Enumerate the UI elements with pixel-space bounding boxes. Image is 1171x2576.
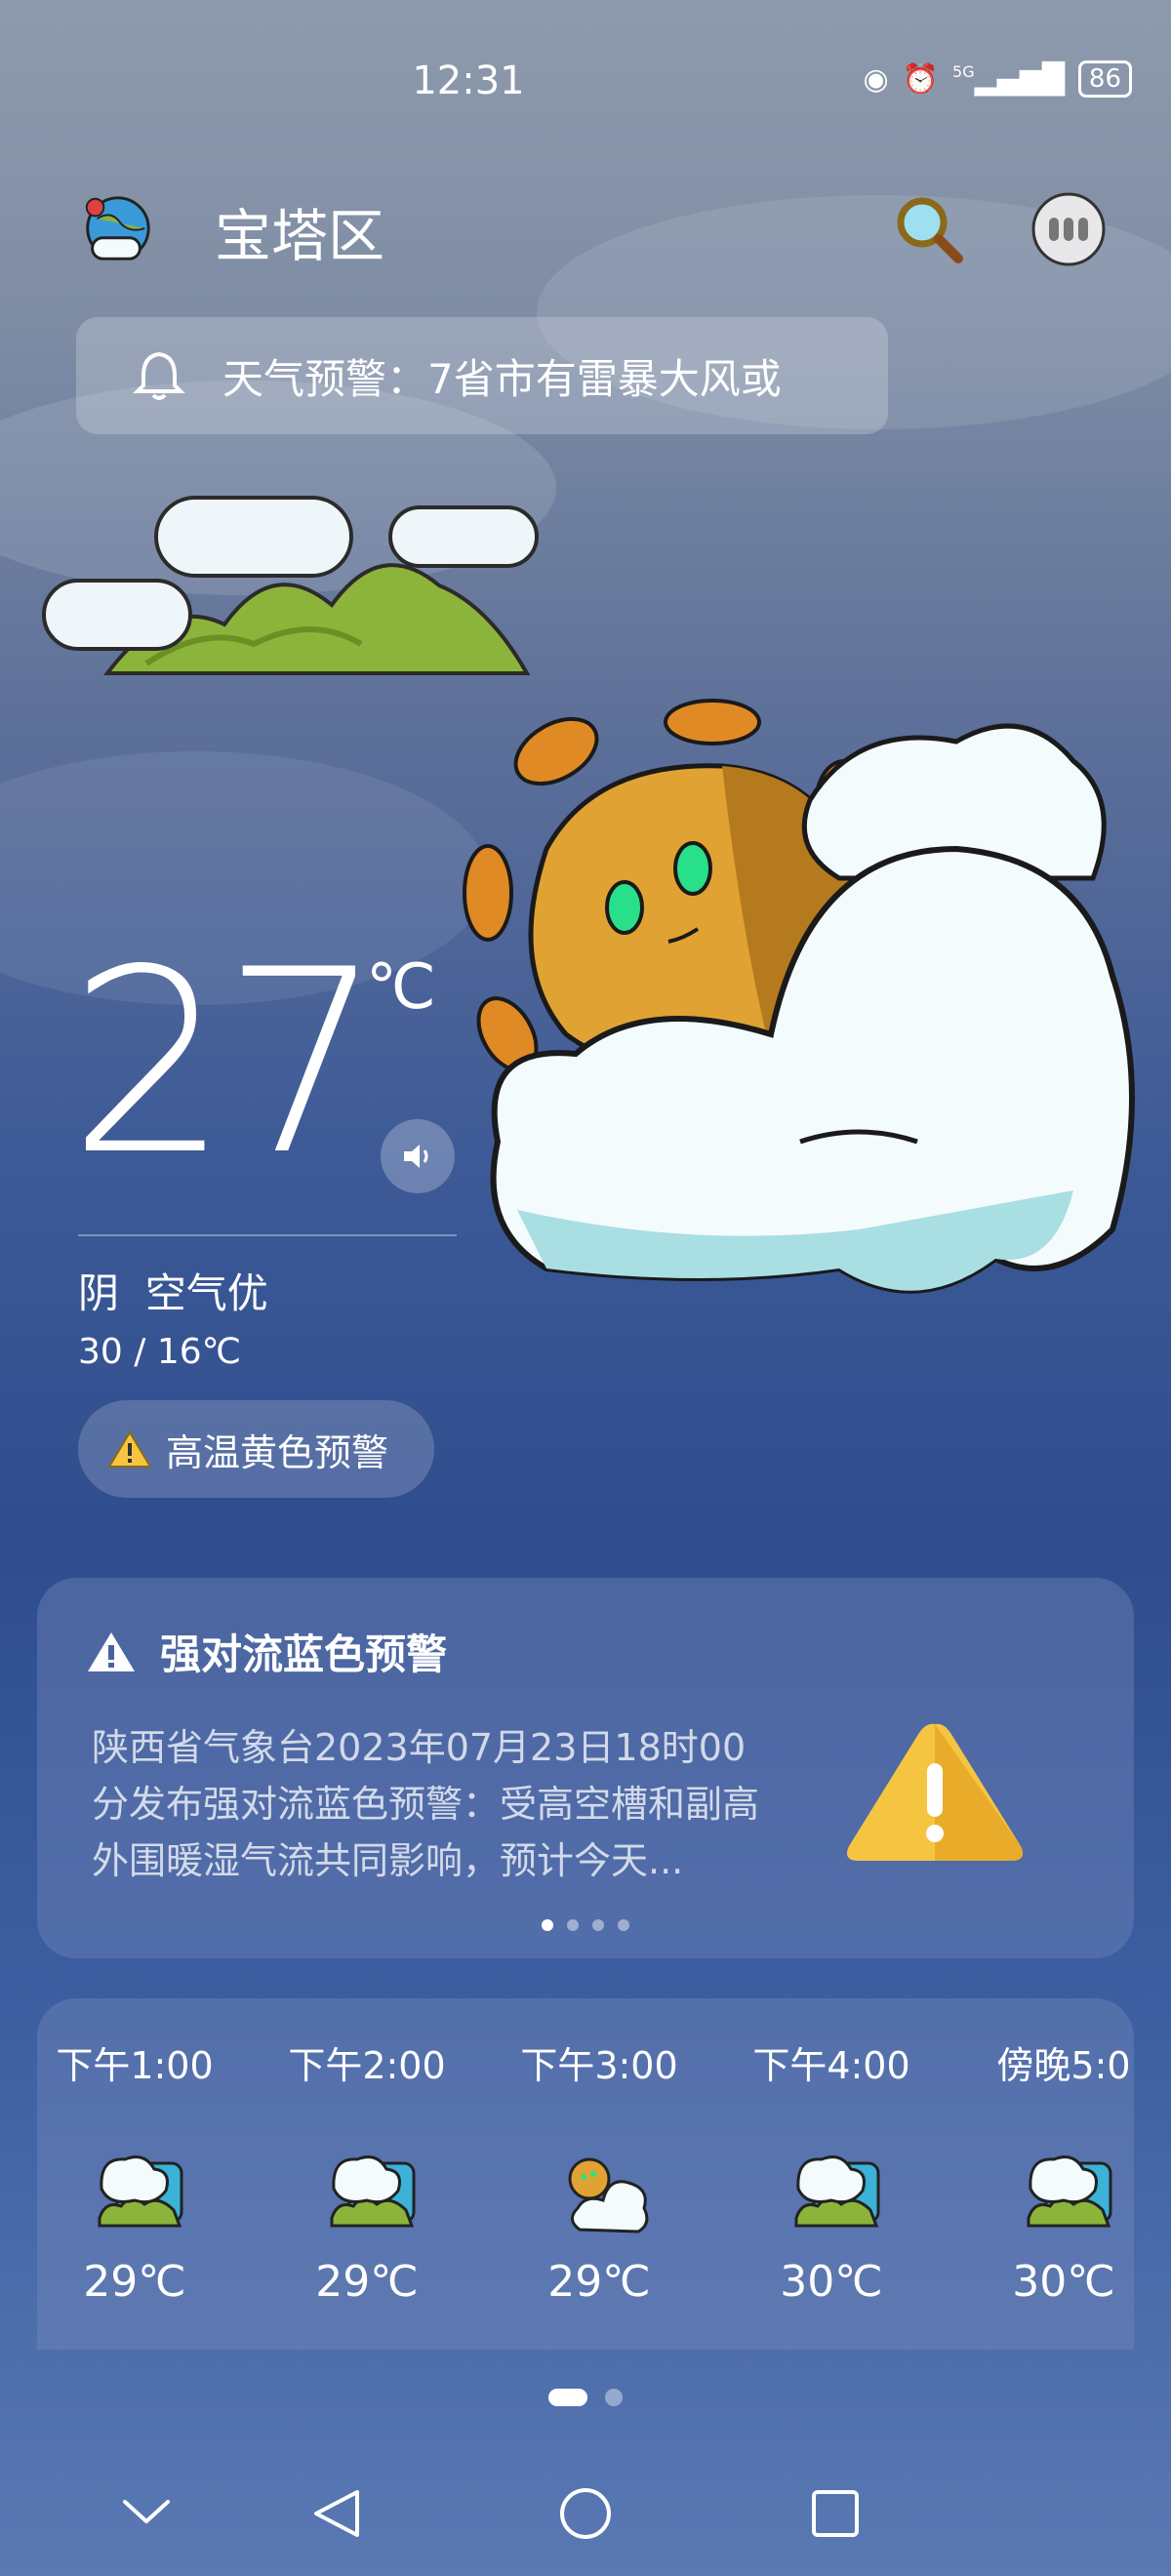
hour-time: 下午3:00 [520, 2044, 678, 2087]
cloudy-mountain-icon [98, 2155, 183, 2228]
hour-temp: 30℃ [780, 2257, 883, 2307]
pager-dot [542, 1919, 553, 1931]
warning-triangle-icon [107, 1430, 152, 1468]
recents-icon[interactable] [812, 2490, 859, 2537]
alert-body: 陕西省气象台2023年07月23日18时00分发布强对流蓝色预警：受高空槽和副高… [92, 1726, 760, 1882]
hour-time: 下午4:00 [752, 2044, 910, 2087]
hour-time: 傍晚5:0 [996, 2044, 1131, 2087]
sun-cloud-icon [568, 2157, 649, 2234]
collapse-chevron-icon[interactable] [123, 2500, 170, 2523]
hour-temp: 30℃ [1012, 2257, 1115, 2307]
back-icon[interactable] [314, 2490, 359, 2537]
alert-header: 强对流蓝色预警 [86, 1622, 447, 1681]
weather-condition: 阴 空气优 [78, 1269, 268, 1317]
large-warning-icon [846, 1723, 1024, 1861]
alert-triangle-icon [88, 1631, 135, 1671]
divider [78, 1234, 457, 1236]
cloudy-mountain-icon [1027, 2155, 1112, 2228]
city-name[interactable]: 宝塔区 [215, 190, 384, 272]
hourly-forecast[interactable]: 下午1:00 29℃ 下午2:00 29℃ 下午3:00 29℃ 下午4:00 [37, 1998, 1134, 2350]
sun-cloud-mascot [463, 699, 1135, 1294]
more-menu-icon[interactable] [1030, 190, 1108, 268]
ticker-text: 天气预警：7省市有雷暴大风或 [222, 354, 782, 403]
home-icon[interactable] [560, 2488, 611, 2539]
location-globe-icon[interactable] [78, 190, 154, 266]
pager-dot [592, 1919, 604, 1931]
mountain-cloud-illustration [42, 496, 539, 675]
pager-dot [618, 1919, 629, 1931]
alert-card[interactable]: 强对流蓝色预警 陕西省气象台2023年07月23日18时00分发布强对流蓝色预警… [37, 1578, 1134, 1958]
hour-temp: 29℃ [83, 2257, 186, 2307]
alert-title: 强对流蓝色预警 [160, 1630, 448, 1678]
temperature-unit: ℃ [366, 951, 436, 1024]
cloudy-mountain-icon [794, 2155, 880, 2228]
search-icon[interactable] [888, 190, 966, 268]
status-time: 12:31 [412, 59, 525, 103]
hour-time: 下午1:00 [56, 2044, 214, 2087]
warning-ticker[interactable]: 天气预警：7省市有雷暴大风或 [76, 317, 888, 434]
alarm-icon: ⏰ [902, 61, 940, 97]
hour-temp: 29℃ [547, 2257, 651, 2307]
cloudy-mountain-icon [330, 2155, 416, 2228]
speaker-button[interactable] [381, 1119, 455, 1193]
signal-icon: 5G▂▄▆█ [952, 61, 1065, 97]
pager-dot [567, 1919, 579, 1931]
high-temp-warning-chip[interactable]: 高温黄色预警 [78, 1400, 434, 1498]
current-temperature: 27 [68, 916, 384, 1211]
battery-icon: 86 [1077, 60, 1132, 98]
hour-time: 下午2:00 [288, 2044, 446, 2087]
warning-chip-label: 高温黄色预警 [166, 1430, 389, 1474]
bell-icon [133, 351, 185, 400]
page-indicator [0, 2389, 1171, 2406]
page-dot [605, 2389, 623, 2406]
speaker-icon [404, 1145, 428, 1168]
eye-icon: ◉ [863, 61, 889, 97]
page-dot-active [548, 2389, 587, 2406]
hour-temp: 29℃ [315, 2257, 419, 2307]
status-icons: ◉ ⏰ 5G▂▄▆█ 86 [863, 60, 1132, 98]
alert-pager-dots [37, 1919, 1134, 1931]
navigation-bar [123, 2488, 859, 2539]
temperature-range: 30 / 16℃ [78, 1332, 242, 1372]
